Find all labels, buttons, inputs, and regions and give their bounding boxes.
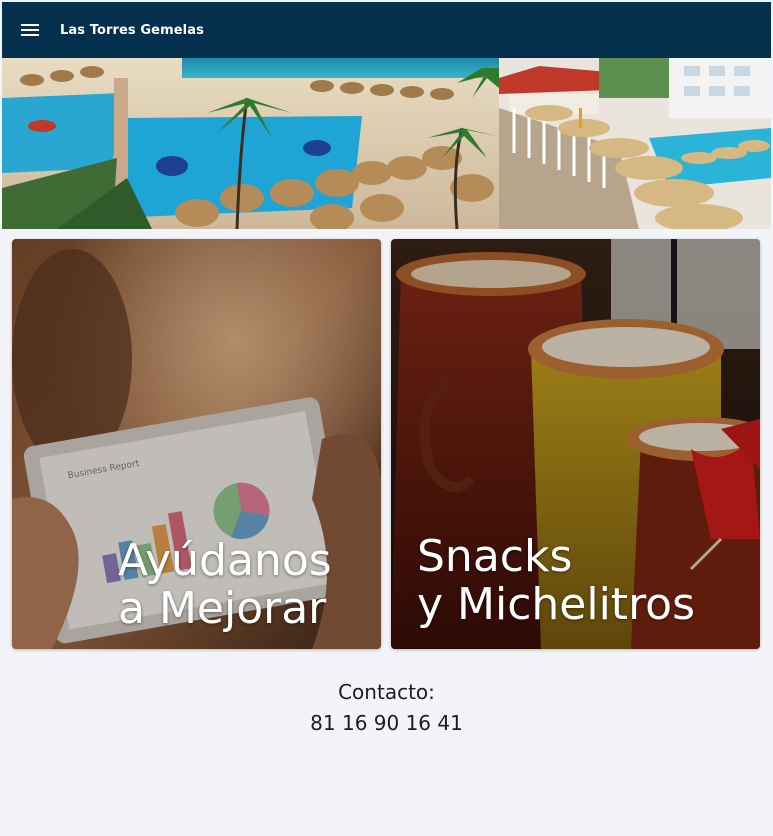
app-frame: Las Torres Gemelas Business Report Ayúda… [2,2,771,836]
feedback-caption-line1: Ayúdanos [118,535,332,586]
feedback-card[interactable]: Business Report Ayúdanos a Mejorar [12,239,381,649]
pool-beach-photo [2,58,499,229]
menu-button[interactable] [2,2,58,58]
feedback-card-caption: Ayúdanos a Mejorar [118,537,332,633]
snacks-caption-line2: y Michelitros [417,579,696,630]
app-bar: Las Torres Gemelas [2,2,771,58]
contact-label: Contacto: [338,680,435,704]
contact-section: Contacto: 81 16 90 16 41 [2,677,771,739]
snacks-caption-line1: Snacks [417,531,573,582]
feedback-caption-line2: a Mejorar [118,583,327,634]
snacks-card-caption: Snacks y Michelitros [417,533,695,629]
hero-banner [2,58,771,229]
menu-icon [21,24,39,36]
contact-phone[interactable]: 81 16 90 16 41 [2,707,771,739]
app-title: Las Torres Gemelas [60,22,204,38]
pool-palapas-photo [499,58,771,229]
snacks-card[interactable]: Snacks y Michelitros [391,239,760,649]
